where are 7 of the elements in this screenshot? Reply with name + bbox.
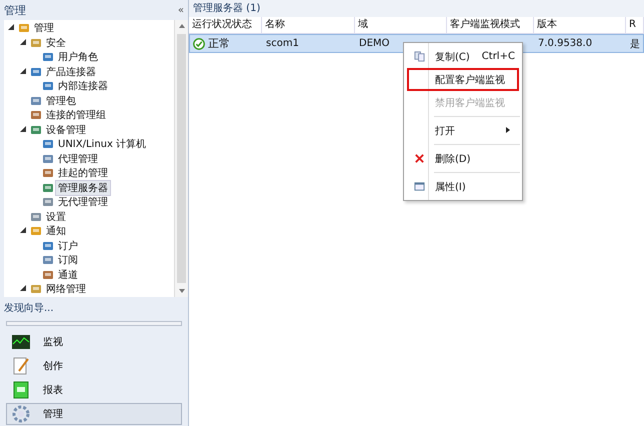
table-cell: 7.0.9538.0 <box>538 38 592 49</box>
table-cell-text: 是 <box>630 38 640 50</box>
table-cell: 正常 <box>208 36 230 51</box>
table-cell: scom1 <box>266 38 299 49</box>
content-title: 管理服务器 (1) <box>189 0 644 17</box>
table-cell: DEMO <box>359 38 390 49</box>
pane-title: 管理 <box>4 2 26 18</box>
